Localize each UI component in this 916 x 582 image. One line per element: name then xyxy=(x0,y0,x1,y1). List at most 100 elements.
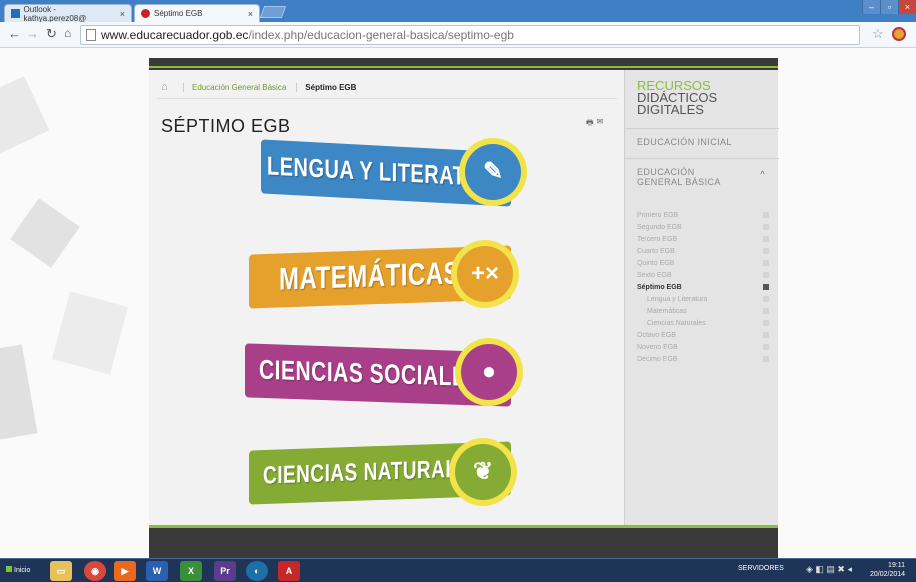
tab-septimo-egb[interactable]: Séptimo EGB × xyxy=(134,4,260,22)
close-tab-icon[interactable]: × xyxy=(248,9,253,19)
sidebar-item[interactable]: Noveno EGB xyxy=(637,342,769,353)
chevron-up-icon[interactable]: ^ xyxy=(760,169,765,179)
system-tray-icons[interactable]: ◈ ◧ ▤ ✖ ◂ xyxy=(806,564,852,575)
tray-label[interactable]: SERVIDORES xyxy=(738,565,784,572)
close-window-button[interactable]: × xyxy=(898,0,916,14)
sidebar-section-general-basica[interactable]: EDUCACIÓN GENERAL BÁSICA ^ xyxy=(625,158,779,200)
checkbox-icon xyxy=(763,236,769,242)
sidebar-item-label: Tercero EGB xyxy=(637,236,678,243)
chrome-icon[interactable]: ◉ xyxy=(84,561,106,581)
background-decoration xyxy=(0,344,38,442)
start-label: Inicio xyxy=(14,567,31,574)
media-player-icon[interactable]: ▶ xyxy=(114,561,136,581)
sidebar-item-label: Noveno EGB xyxy=(637,344,678,351)
subject-label: MATEMÁTICAS xyxy=(279,256,461,298)
page-tools: 🖶 ✉ xyxy=(586,117,603,131)
subject-label: CIENCIAS SOCIALES xyxy=(259,355,482,393)
acrobat-icon[interactable]: A xyxy=(278,561,300,581)
email-icon[interactable]: ✉ xyxy=(597,117,604,131)
plus-times-icon: +× xyxy=(457,246,513,302)
sidebar-subitem[interactable]: Lengua y Literatura xyxy=(637,294,769,305)
breadcrumb-link[interactable]: Educación General Básica xyxy=(183,82,286,92)
bottom-accent-bar xyxy=(149,525,778,528)
clock[interactable]: 19:11 20/02/2014 xyxy=(870,561,905,579)
checkbox-icon xyxy=(763,356,769,362)
browser-toolbar: ← → ↻ ⌂ www.educarecuador.gob.ec/index.p… xyxy=(0,22,916,48)
sidebar-item[interactable]: Quinto EGB xyxy=(637,258,769,269)
checkbox-icon xyxy=(763,272,769,278)
breadcrumb-current: Séptimo EGB xyxy=(296,82,356,92)
checkbox-icon xyxy=(763,260,769,266)
forward-arrow-icon[interactable]: → xyxy=(26,26,39,41)
sidebar-item-label: Quinto EGB xyxy=(637,260,675,267)
sidebar-section-inicial[interactable]: EDUCACIÓN INICIAL xyxy=(625,128,779,158)
sidebar-item-current[interactable]: Séptimo EGB xyxy=(637,282,769,293)
ecuador-map-icon: ● xyxy=(461,344,517,400)
maximize-button[interactable]: ▫ xyxy=(880,0,898,14)
new-tab-button[interactable] xyxy=(259,6,287,18)
sidebar-subitem[interactable]: Matemáticas xyxy=(637,306,769,317)
word-icon[interactable]: W xyxy=(146,561,168,581)
main-content: ⌂ Educación General Básica Séptimo EGB S… xyxy=(149,70,624,525)
breadcrumb: ⌂ Educación General Básica Séptimo EGB xyxy=(161,80,356,94)
excel-icon[interactable]: X xyxy=(180,561,202,581)
subject-badge[interactable]: ❦ xyxy=(449,438,517,506)
sidebar-item-label: Octavo EGB xyxy=(637,332,676,339)
sidebar-item[interactable]: Primero EGB xyxy=(637,210,769,221)
page-icon xyxy=(86,29,96,41)
subject-badge[interactable]: +× xyxy=(451,240,519,308)
print-icon[interactable]: 🖶 xyxy=(586,117,594,131)
subject-badge[interactable]: ✎ xyxy=(459,138,527,206)
url-path: /index.php/educacion-general-basica/sept… xyxy=(248,28,514,42)
sidebar-item-label: Décimo EGB xyxy=(637,356,678,363)
checkbox-icon xyxy=(763,248,769,254)
tab-label: Séptimo EGB xyxy=(154,9,203,18)
checkbox-icon xyxy=(763,308,769,314)
extension-icon[interactable] xyxy=(892,27,906,41)
sidebar-title: RECURSOS DIDÁCTICOS DIGITALES xyxy=(637,79,717,117)
start-button[interactable]: Inicio xyxy=(2,562,34,580)
sidebar-item[interactable]: Octavo EGB xyxy=(637,330,769,341)
sidebar-title-line: DIGITALES xyxy=(637,102,704,117)
back-arrow-icon[interactable]: ← xyxy=(8,26,21,41)
internet-icon[interactable]: ◐ xyxy=(246,561,268,581)
site-container: ⌂ Educación General Básica Séptimo EGB S… xyxy=(149,58,779,558)
checkbox-icon xyxy=(763,296,769,302)
clock-date: 20/02/2014 xyxy=(870,571,906,578)
sidebar-item-label: Segundo EGB xyxy=(637,224,682,231)
background-decoration xyxy=(10,198,80,268)
sidebar-item-label: Lengua y Literatura xyxy=(647,296,708,303)
sidebar-item[interactable]: Sexto EGB xyxy=(637,270,769,281)
minimize-button[interactable]: – xyxy=(862,0,880,14)
checkbox-icon xyxy=(763,212,769,218)
sidebar-item[interactable]: Cuarto EGB xyxy=(637,246,769,257)
feather-icon: ✎ xyxy=(465,144,521,200)
tab-label: Outlook - kathya.perez08@ xyxy=(23,4,87,23)
sidebar-item-label: Séptimo EGB xyxy=(637,284,682,291)
home-icon[interactable]: ⌂ xyxy=(161,82,173,93)
sidebar-item[interactable]: Tercero EGB xyxy=(637,234,769,245)
url-domain: www.educarecuador.gob.ec xyxy=(101,28,249,42)
home-icon[interactable]: ⌂ xyxy=(64,26,71,40)
outlook-icon xyxy=(11,9,20,18)
checkbox-icon xyxy=(763,332,769,338)
clock-time: 19:11 xyxy=(888,562,906,569)
checkbox-icon xyxy=(763,224,769,230)
taskbar: Inicio ▭ ◉ ▶ W X Pr ◐ A SERVIDORES ◈ ◧ ▤… xyxy=(0,558,916,582)
close-tab-icon[interactable]: × xyxy=(120,9,125,19)
sidebar-item[interactable]: Segundo EGB xyxy=(637,222,769,233)
top-accent-bar xyxy=(149,66,778,68)
sidebar-item-label: Matemáticas xyxy=(647,308,687,315)
bookmark-star-icon[interactable]: ☆ xyxy=(872,26,884,42)
checkbox-icon xyxy=(763,320,769,326)
sidebar-subitem[interactable]: Ciencias Naturales xyxy=(637,318,769,329)
reload-icon[interactable]: ↻ xyxy=(46,26,57,42)
background-decoration xyxy=(51,291,129,375)
address-bar[interactable]: www.educarecuador.gob.ec/index.php/educa… xyxy=(80,25,860,45)
subject-badge[interactable]: ● xyxy=(455,338,523,406)
tab-outlook[interactable]: Outlook - kathya.perez08@ × xyxy=(4,4,132,23)
premiere-icon[interactable]: Pr xyxy=(214,561,236,581)
sidebar-item[interactable]: Décimo EGB xyxy=(637,354,769,365)
sidebar-item-label: Primero EGB xyxy=(637,212,679,219)
file-explorer-icon[interactable]: ▭ xyxy=(50,561,72,581)
